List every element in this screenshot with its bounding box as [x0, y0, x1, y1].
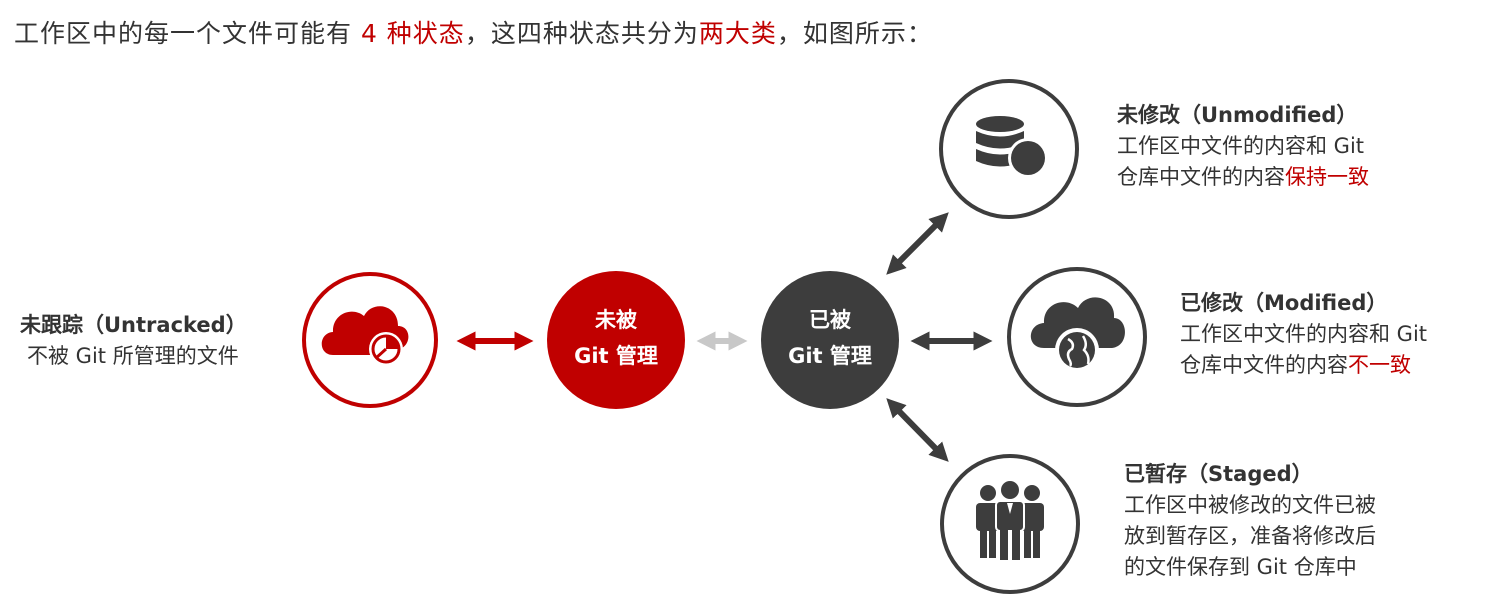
- modified-line2: 仓库中文件的内容不一致: [1180, 350, 1427, 381]
- arrow-managed-unmodified: [886, 212, 949, 275]
- modified-node: [1007, 267, 1147, 407]
- staged-line2: 放到暂存区，准备将修改后: [1124, 524, 1376, 548]
- managed-label-line1: 已被: [809, 308, 851, 332]
- modified-line2-highlight: 不一致: [1348, 353, 1411, 377]
- staged-node: [940, 454, 1080, 594]
- unmodified-line2: 仓库中文件的内容保持一致: [1117, 162, 1369, 193]
- untracked-description: 未跟踪（Untracked） 不被 Git 所管理的文件: [20, 310, 247, 372]
- unmodified-description: 未修改（Unmodified） 工作区中文件的内容和 Git 仓库中文件的内容保…: [1117, 100, 1369, 193]
- staged-title: 已暂存（Staged）: [1124, 462, 1313, 486]
- unmanaged-label-line1: 未被: [595, 308, 637, 332]
- staged-line1: 工作区中被修改的文件已被: [1124, 493, 1376, 517]
- unmodified-line1: 工作区中文件的内容和 Git: [1117, 134, 1365, 158]
- modified-title: 已修改（Modified）: [1180, 291, 1388, 315]
- unmanaged-label: 未被 Git 管理: [546, 302, 686, 374]
- unmodified-line2-highlight: 保持一致: [1285, 165, 1369, 189]
- unmanaged-label-line2: Git 管理: [574, 344, 658, 368]
- staged-description: 已暂存（Staged） 工作区中被修改的文件已被 放到暂存区，准备将修改后 的文…: [1124, 459, 1376, 583]
- untracked-node: [302, 272, 438, 408]
- unmodified-title: 未修改（Unmodified）: [1117, 103, 1358, 127]
- arrow-managed-staged: [886, 398, 949, 462]
- untracked-line1: 不被 Git 所管理的文件: [27, 344, 239, 368]
- staged-line3: 的文件保存到 Git 仓库中: [1124, 555, 1357, 579]
- untracked-title: 未跟踪（Untracked）: [20, 313, 247, 337]
- modified-description: 已修改（Modified） 工作区中文件的内容和 Git 仓库中文件的内容不一致: [1180, 288, 1427, 381]
- managed-label: 已被 Git 管理: [760, 302, 900, 374]
- unmodified-line2-plain: 仓库中文件的内容: [1117, 165, 1285, 189]
- unmodified-node: [939, 79, 1079, 219]
- modified-line2-plain: 仓库中文件的内容: [1180, 353, 1348, 377]
- modified-line1: 工作区中文件的内容和 Git: [1180, 322, 1428, 346]
- managed-label-line2: Git 管理: [788, 344, 872, 368]
